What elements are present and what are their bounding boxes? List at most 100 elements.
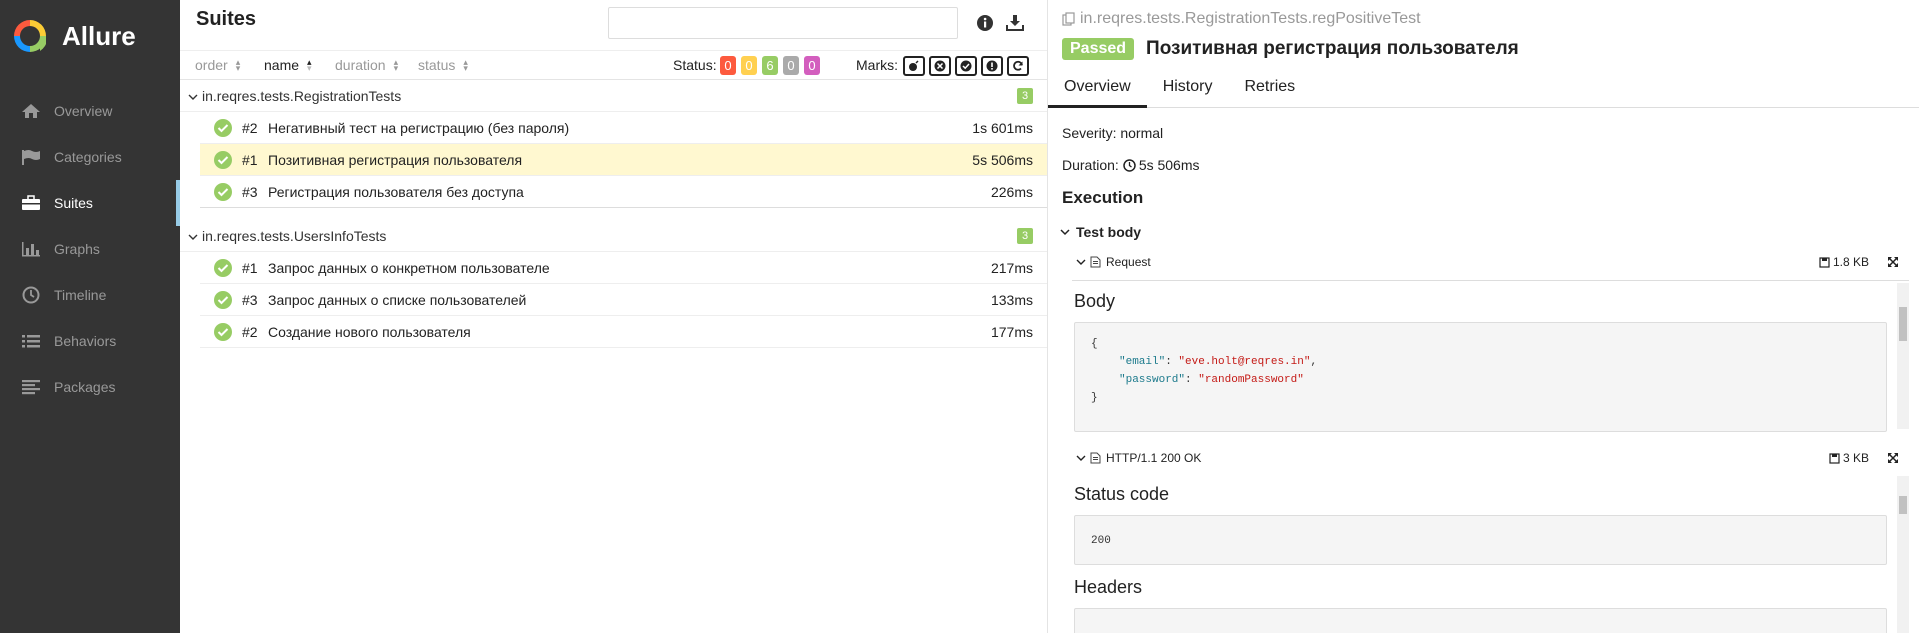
flag-icon <box>20 148 42 166</box>
test-row-selected[interactable]: #1 Позитивная регистрация пользователя 5… <box>200 144 1047 176</box>
sidebar-item-label: Categories <box>54 149 122 165</box>
mark-new-failed-icon[interactable] <box>929 56 951 76</box>
mark-flaky-icon[interactable] <box>903 56 925 76</box>
test-row[interactable]: #3 Запрос данных о списке пользователей … <box>200 284 1047 316</box>
attachment-response-header[interactable]: HTTP/1.1 200 OK 3 KB <box>1072 448 1909 468</box>
sidebar-item-overview[interactable]: Overview <box>0 88 180 134</box>
test-row[interactable]: #2 Негативный тест на регистрацию (без п… <box>200 112 1047 144</box>
tab-history[interactable]: History <box>1147 72 1229 108</box>
sidebar-item-graphs[interactable]: Graphs <box>0 226 180 272</box>
test-name: Регистрация пользователя без доступа <box>268 183 524 200</box>
home-icon <box>20 102 42 120</box>
test-title-text: Позитивная регистрация пользователя <box>1146 38 1519 59</box>
sidebar: Allure Overview Categories Suites Graphs… <box>0 0 180 633</box>
failed-counter[interactable]: 0 <box>720 56 736 75</box>
tab-overview[interactable]: Overview <box>1048 72 1147 108</box>
tab-retries[interactable]: Retries <box>1228 72 1311 108</box>
passed-check-icon <box>214 258 232 277</box>
code-line: } <box>1091 389 1870 407</box>
copy-icon[interactable] <box>1062 12 1076 26</box>
attachment-name: Request <box>1106 255 1151 269</box>
broken-counter[interactable]: 0 <box>741 56 757 75</box>
test-title: Passed Позитивная регистрация пользовате… <box>1062 38 1519 60</box>
test-full-name: in.reqres.tests.RegistrationTests.regPos… <box>1080 10 1421 27</box>
skipped-counter[interactable]: 0 <box>783 56 799 75</box>
test-duration: 133ms <box>990 291 1033 308</box>
suite-group-usersinfo[interactable]: in.reqres.tests.UsersInfoTests 3 <box>180 220 1047 252</box>
unknown-counter[interactable]: 0 <box>804 56 820 75</box>
execution-title: Execution <box>1062 188 1144 207</box>
sort-duration-label: duration <box>335 57 386 73</box>
sort-arrows-icon: ▴ ▾ <box>393 57 399 73</box>
step-test-body[interactable]: Test body <box>1060 224 1141 240</box>
align-left-icon <box>20 378 42 396</box>
code-brace: } <box>1091 392 1098 404</box>
request-body-code: { "email": "eve.holt@reqres.in", "passwo… <box>1074 322 1887 432</box>
sort-order-label: order <box>195 57 228 73</box>
test-row[interactable]: #1 Запрос данных о конкретном пользовате… <box>200 252 1047 284</box>
expand-icon[interactable] <box>1887 256 1899 268</box>
mark-retries-icon[interactable] <box>1007 56 1029 76</box>
bar-chart-icon <box>20 240 42 258</box>
sort-duration[interactable]: duration ▴ ▾ <box>335 57 402 73</box>
attachment-request-header[interactable]: Request 1.8 KB <box>1072 252 1909 272</box>
sidebar-item-behaviors[interactable]: Behaviors <box>0 318 180 364</box>
sort-name[interactable]: name ▴ ▾ <box>264 57 315 73</box>
code-key: "email" <box>1119 356 1166 368</box>
briefcase-icon <box>20 194 42 212</box>
chevron-down-icon <box>1076 259 1086 265</box>
mark-new-passed-icon[interactable] <box>955 56 977 76</box>
code-line: { <box>1091 335 1870 353</box>
sidebar-item-packages[interactable]: Packages <box>0 364 180 410</box>
sort-arrows-icon: ▴ ▾ <box>307 57 312 73</box>
sidebar-item-suites[interactable]: Suites <box>0 180 180 226</box>
sort-arrows-icon: ▴ ▾ <box>463 57 468 73</box>
suites-pane: Suites order ▴ ▾ name ▴ ▾ duration ▴ ▾ s… <box>180 0 1048 633</box>
section-title: Headers <box>1074 577 1143 597</box>
test-duration: 1s 601ms <box>972 119 1033 136</box>
chevron-down-icon <box>188 228 198 244</box>
sort-order[interactable]: order ▴ ▾ <box>195 57 244 73</box>
expand-icon[interactable] <box>1887 452 1899 464</box>
save-icon[interactable] <box>1829 452 1840 464</box>
code-comma: , <box>1310 356 1318 368</box>
attachment-size-value: 1.8 KB <box>1832 255 1869 269</box>
sidebar-item-label: Packages <box>54 379 116 395</box>
sidebar-item-categories[interactable]: Categories <box>0 134 180 180</box>
test-row[interactable]: #3 Регистрация пользователя без доступа … <box>200 176 1047 208</box>
scrollbar-thumb[interactable] <box>1899 307 1907 341</box>
sidebar-item-label: Behaviors <box>54 333 117 349</box>
attachment-size-value: 3 KB <box>1842 451 1869 465</box>
search-input[interactable] <box>608 7 958 39</box>
info-icon[interactable] <box>974 12 996 34</box>
sort-status[interactable]: status ▴ ▾ <box>418 57 471 73</box>
test-number: #3 <box>242 291 258 308</box>
download-icon[interactable] <box>1004 12 1026 34</box>
brand[interactable]: Allure <box>0 0 180 72</box>
attachment-request-body: Body { "email": "eve.holt@reqres.in", "p… <box>1072 280 1909 432</box>
scrollbar[interactable] <box>1897 283 1909 429</box>
passed-check-icon <box>214 322 232 341</box>
chevron-down-icon <box>188 88 198 104</box>
pane-splitter-handle[interactable]: ⁞⁞ <box>1048 468 1050 500</box>
test-details-pane: ⁞⁞ in.reqres.tests.RegistrationTests.reg… <box>1048 0 1919 633</box>
scrollbar-thumb[interactable] <box>1899 496 1907 514</box>
passed-check-icon <box>214 182 232 201</box>
scrollbar[interactable] <box>1897 476 1909 633</box>
save-icon[interactable] <box>1819 256 1830 268</box>
test-row[interactable]: #2 Создание нового пользователя 177ms <box>200 316 1047 348</box>
mark-new-broken-icon[interactable] <box>981 56 1003 76</box>
suite-group-name: in.reqres.tests.RegistrationTests <box>202 87 402 104</box>
sort-name-label: name <box>264 57 300 73</box>
allure-logo-icon <box>14 20 46 52</box>
chevron-down-icon <box>1060 229 1070 236</box>
sidebar-item-label: Suites <box>54 195 93 211</box>
test-name: Запрос данных о списке пользователей <box>268 291 527 308</box>
suite-group-registration[interactable]: in.reqres.tests.RegistrationTests 3 <box>180 80 1047 112</box>
sidebar-item-timeline[interactable]: Timeline <box>0 272 180 318</box>
passed-counter[interactable]: 6 <box>762 56 778 75</box>
test-number: #2 <box>242 119 258 136</box>
suite-group-name: in.reqres.tests.UsersInfoTests <box>202 227 387 244</box>
headers-box <box>1074 608 1887 633</box>
passed-check-icon <box>214 150 232 169</box>
